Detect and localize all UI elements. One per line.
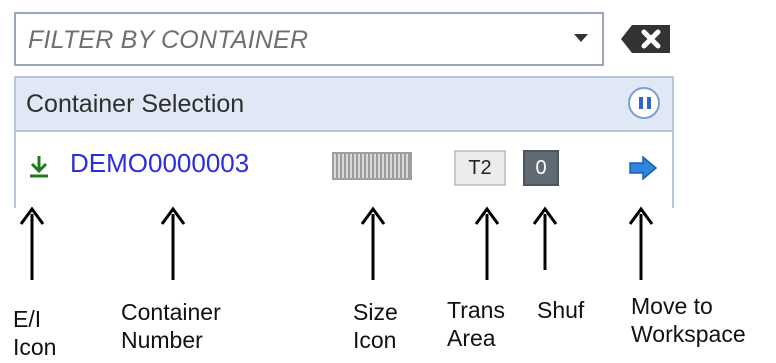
- panel-header: Container Selection: [16, 78, 672, 132]
- legend-container-number: Container Number: [121, 299, 221, 353]
- up-arrow-icon: [19, 206, 45, 280]
- legend-ei-icon: E/I Icon: [13, 306, 57, 360]
- trans-area-badge: T2: [454, 150, 506, 186]
- filter-by-container-select[interactable]: FILTER BY CONTAINER: [14, 12, 604, 66]
- container-number-link[interactable]: DEMO0000003: [70, 148, 249, 179]
- chevron-down-icon[interactable]: [574, 34, 588, 42]
- legend-move-to-workspace: Move to Workspace: [631, 293, 746, 347]
- backspace-clear-icon[interactable]: [620, 24, 672, 54]
- legend-shuf: Shuf: [537, 297, 585, 323]
- legend-size-icon: Size Icon: [353, 299, 398, 353]
- download-arrow-icon[interactable]: [28, 154, 50, 180]
- container-size-icon: [332, 152, 412, 180]
- up-arrow-icon: [160, 206, 186, 280]
- shuf-badge: 0: [523, 150, 559, 186]
- panel-title: Container Selection: [26, 90, 245, 118]
- up-arrow-icon: [628, 206, 654, 280]
- up-arrow-icon: [532, 206, 558, 270]
- legend-trans-area: Trans Area: [447, 297, 505, 351]
- pause-icon[interactable]: [628, 87, 660, 119]
- container-selection-panel: Container Selection DEMO0000003 T2 0: [14, 76, 674, 208]
- up-arrow-icon: [474, 206, 500, 280]
- arrow-right-icon[interactable]: [628, 156, 658, 180]
- filter-placeholder: FILTER BY CONTAINER: [28, 26, 309, 54]
- up-arrow-icon: [360, 206, 386, 280]
